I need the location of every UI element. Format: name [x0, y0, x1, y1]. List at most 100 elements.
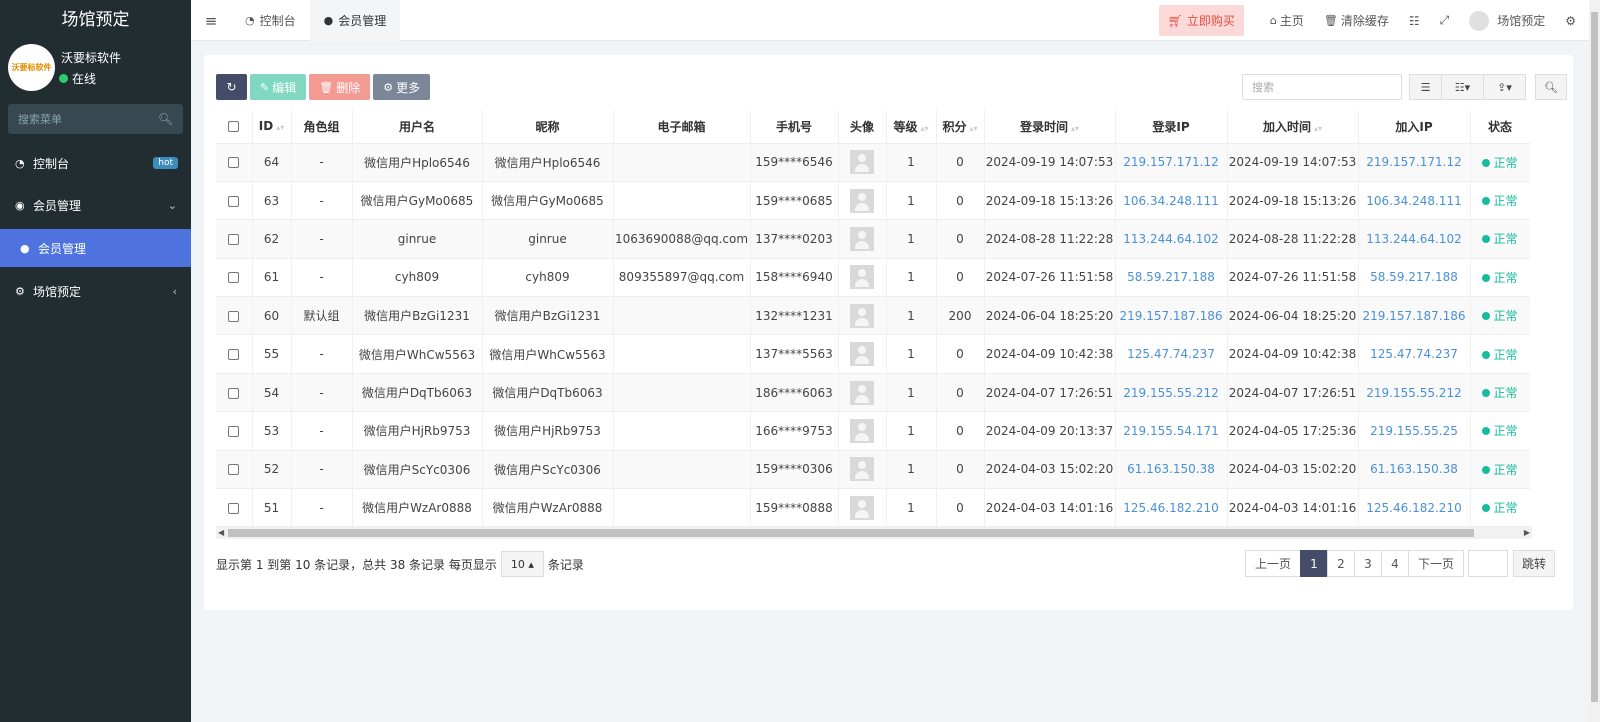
prev-page-button[interactable]: 上一页	[1245, 550, 1301, 577]
table-row[interactable]: 51- 微信用户WzAr0888 微信用户WzAr0888 159****0888 1 0…	[216, 488, 1530, 527]
cell-status[interactable]: 正常	[1470, 143, 1530, 182]
tab-dashboard[interactable]: ◔ 控制台	[231, 0, 310, 41]
row-checkbox[interactable]	[216, 296, 253, 336]
home-link[interactable]: ⌂ 主页	[1260, 0, 1314, 41]
cell-joinip[interactable]: 125.47.74.237	[1358, 334, 1471, 374]
search-icon[interactable]: 🔍︎	[158, 112, 173, 126]
jump-button[interactable]: 跳转	[1513, 550, 1555, 577]
language-icon[interactable]: ☷	[1399, 0, 1430, 41]
account-menu[interactable]: 场馆预定	[1459, 0, 1555, 41]
page-button-4[interactable]: 4	[1381, 550, 1409, 577]
page-scrollbar-thumb[interactable]	[1591, 12, 1598, 702]
more-button[interactable]: ⚙ 更多	[373, 74, 431, 100]
columns-dropdown-icon[interactable]: ☷▾	[1442, 74, 1484, 100]
col-header-score[interactable]: 积分 ▴▾	[936, 110, 985, 144]
cell-logintime: 2024-09-18 15:13:26	[984, 181, 1116, 221]
row-checkbox[interactable]	[216, 219, 253, 259]
clear-cache-button[interactable]: 🗑︎ 清除缓存	[1314, 0, 1399, 41]
table-row[interactable]: 52- 微信用户ScYc0306 微信用户ScYc0306 159****0306 1 0…	[216, 450, 1530, 490]
row-checkbox[interactable]	[216, 334, 253, 374]
cell-loginip[interactable]: 219.155.54.171	[1115, 411, 1228, 451]
cell-loginip[interactable]: 106.34.248.111	[1115, 181, 1228, 221]
cell-joinip[interactable]: 219.157.171.12	[1358, 143, 1471, 182]
refresh-button[interactable]: ↻	[216, 74, 247, 100]
cell-loginip[interactable]: 219.155.55.212	[1115, 373, 1228, 413]
cell-loginip[interactable]: 113.244.64.102	[1115, 219, 1228, 259]
col-header-logintime[interactable]: 登录时间 ▴▾	[984, 110, 1116, 144]
col-header-jointime[interactable]: 加入时间 ▴▾	[1227, 110, 1359, 144]
edit-button[interactable]: ✎ 编辑	[250, 74, 307, 100]
table-row[interactable]: 53- 微信用户HjRb9753 微信用户HjRb9753 166****9753 1 0…	[216, 411, 1530, 451]
cell-loginip[interactable]: 125.47.74.237	[1115, 334, 1228, 374]
cell-status[interactable]: 正常	[1470, 181, 1530, 221]
cell-status[interactable]: 正常	[1470, 258, 1530, 298]
cell-joinip[interactable]: 61.163.150.38	[1358, 450, 1471, 490]
table-row[interactable]: 60 默认组 微信用户BzGi1231 微信用户BzGi1231 132****1231…	[216, 296, 1530, 336]
page-button-2[interactable]: 2	[1327, 550, 1355, 577]
jump-page-input[interactable]	[1468, 550, 1508, 577]
scroll-right-icon[interactable]: ▶	[1524, 527, 1530, 539]
cell-joinip[interactable]: 106.34.248.111	[1358, 181, 1471, 221]
page-button-3[interactable]: 3	[1354, 550, 1382, 577]
cell-username: 微信用户GyMo0685	[352, 181, 483, 221]
buy-now-button[interactable]: 🛒︎ 立即购买	[1158, 5, 1244, 36]
table-row[interactable]: 64- 微信用户Hplo6546 微信用户Hplo6546 159****6546 1 0…	[216, 143, 1530, 182]
cell-status[interactable]: 正常	[1470, 334, 1530, 374]
cell-loginip[interactable]: 219.157.187.186	[1115, 296, 1228, 336]
cell-joinip[interactable]: 219.155.55.212	[1358, 373, 1471, 413]
export-dropdown-icon[interactable]: ⇪▾	[1484, 74, 1526, 100]
cell-joinip[interactable]: 125.46.182.210	[1358, 488, 1471, 527]
cell-joinip[interactable]: 219.157.187.186	[1358, 296, 1471, 336]
table-row[interactable]: 61- cyh809 cyh809 809355897@qq.com 158****69…	[216, 258, 1530, 298]
page-scrollbar[interactable]	[1589, 0, 1600, 722]
cell-loginip[interactable]: 61.163.150.38	[1115, 450, 1228, 490]
table-search-input[interactable]	[1252, 80, 1392, 94]
row-checkbox[interactable]	[216, 181, 253, 221]
tab-member-manage[interactable]: ● 会员管理	[309, 0, 401, 41]
row-checkbox[interactable]	[216, 450, 253, 490]
cell-joinip[interactable]: 219.155.55.25	[1358, 411, 1471, 451]
cell-status[interactable]: 正常	[1470, 296, 1530, 336]
scrollbar-thumb[interactable]	[228, 529, 1474, 537]
table-row[interactable]: 63- 微信用户GyMo0685 微信用户GyMo0685 159****0685 1 0…	[216, 181, 1530, 221]
cell-status[interactable]: 正常	[1470, 488, 1530, 527]
edit-label: 编辑	[272, 80, 297, 95]
menu-toggle-icon[interactable]: ≡	[191, 12, 231, 30]
table-row[interactable]: 55- 微信用户WhCw5563 微信用户WhCw5563 137****5563 1 0…	[216, 334, 1530, 374]
toggle-view-icon[interactable]: ☰	[1409, 74, 1442, 100]
cell-status[interactable]: 正常	[1470, 411, 1530, 451]
cell-loginip[interactable]: 58.59.217.188	[1115, 258, 1228, 298]
cell-nickname: cyh809	[482, 258, 614, 298]
row-checkbox[interactable]	[216, 411, 253, 451]
search-toggle-icon[interactable]: 🔍︎	[1535, 74, 1567, 100]
scroll-left-icon[interactable]: ◀	[218, 527, 224, 539]
select-all-checkbox[interactable]	[216, 110, 253, 144]
cell-joinip[interactable]: 58.59.217.188	[1358, 258, 1471, 298]
sidebar-item-member-manage[interactable]: ● 会员管理	[0, 229, 191, 267]
col-header-level[interactable]: 等级 ▴▾	[886, 110, 937, 144]
cell-loginip[interactable]: 219.157.171.12	[1115, 143, 1228, 182]
sidebar-item-dashboard[interactable]: ◔ 控制台 hot	[0, 144, 191, 182]
row-checkbox[interactable]	[216, 143, 253, 182]
horizontal-scrollbar[interactable]: ◀ ▶	[216, 527, 1532, 539]
cell-joinip[interactable]: 113.244.64.102	[1358, 219, 1471, 259]
cell-status[interactable]: 正常	[1470, 373, 1530, 413]
sidebar-item-member-group[interactable]: ◉ 会员管理 ⌄	[0, 186, 191, 224]
next-page-button[interactable]: 下一页	[1408, 550, 1464, 577]
delete-button[interactable]: 🗑︎ 删除	[309, 74, 371, 100]
sidebar-item-venue-booking[interactable]: ⚙ 场馆预定 ‹	[0, 272, 191, 310]
table-row[interactable]: 62- ginrue ginrue 1063690088@qq.com 137****0…	[216, 219, 1530, 259]
cell-loginip[interactable]: 125.46.182.210	[1115, 488, 1228, 527]
table-row[interactable]: 54- 微信用户DqTb6063 微信用户DqTb6063 186****6063 1 0…	[216, 373, 1530, 413]
sidebar-search-input[interactable]	[18, 112, 158, 126]
row-checkbox[interactable]	[216, 488, 253, 527]
page-size-dropdown[interactable]: 10 ▴	[500, 551, 544, 577]
cell-status[interactable]: 正常	[1470, 219, 1530, 259]
row-checkbox[interactable]	[216, 373, 253, 413]
page-button-1[interactable]: 1	[1300, 550, 1328, 577]
col-header-id[interactable]: ID ▴▾	[252, 110, 292, 144]
cell-status[interactable]: 正常	[1470, 450, 1530, 490]
row-checkbox[interactable]	[216, 258, 253, 298]
fullscreen-icon[interactable]: ⤢	[1430, 0, 1460, 41]
brand-title[interactable]: 场馆预定	[0, 0, 191, 40]
